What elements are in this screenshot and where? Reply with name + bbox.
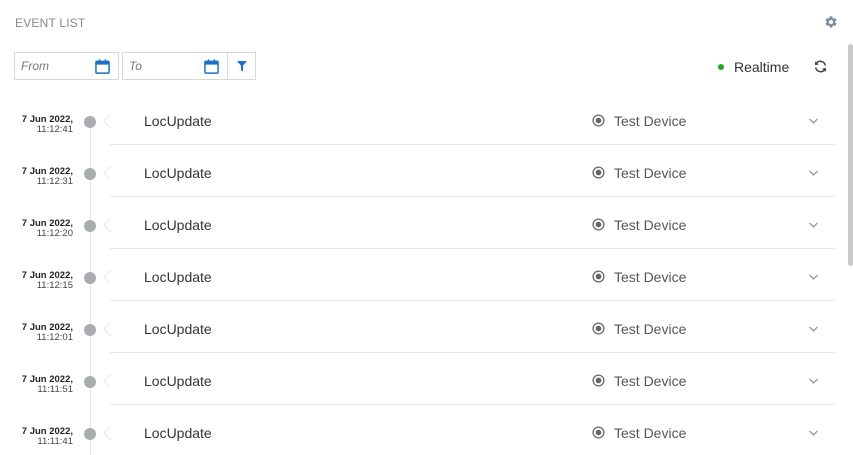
event-time: 11:11:41 bbox=[37, 436, 73, 447]
gear-icon[interactable] bbox=[824, 15, 838, 29]
event-pointer bbox=[102, 425, 118, 441]
chevron-down-icon[interactable] bbox=[808, 169, 819, 177]
chevron-down-icon[interactable] bbox=[808, 377, 819, 385]
filter-toolbar: Realtime bbox=[0, 52, 853, 80]
event-pointer bbox=[102, 321, 118, 337]
event-time: 11:12:15 bbox=[36, 280, 73, 291]
event-type: LocUpdate bbox=[144, 165, 212, 181]
timeline-dot bbox=[84, 428, 96, 440]
event-time: 11:12:01 bbox=[36, 332, 73, 343]
panel-title: EVENT LIST bbox=[15, 16, 86, 30]
event-device[interactable]: Test Device bbox=[614, 425, 686, 441]
scrollbar[interactable] bbox=[848, 44, 853, 266]
event-pointer bbox=[102, 217, 118, 233]
event-row[interactable]: 7 Jun 2022, 11:12:15 LocUpdate Test Devi… bbox=[0, 251, 853, 303]
timeline-dot bbox=[84, 168, 96, 180]
event-device[interactable]: Test Device bbox=[614, 113, 686, 129]
event-device[interactable]: Test Device bbox=[614, 373, 686, 389]
timeline-dot bbox=[84, 376, 96, 388]
event-row[interactable]: 7 Jun 2022, 11:11:51 LocUpdate Test Devi… bbox=[0, 355, 853, 407]
event-type: LocUpdate bbox=[144, 269, 212, 285]
event-time: 11:12:31 bbox=[36, 176, 73, 187]
to-date-input[interactable] bbox=[123, 53, 201, 79]
event-device[interactable]: Test Device bbox=[614, 321, 686, 337]
device-icon bbox=[592, 374, 605, 387]
panel-header: EVENT LIST bbox=[0, 0, 853, 44]
refresh-icon[interactable] bbox=[813, 59, 828, 74]
from-date-input[interactable] bbox=[15, 53, 93, 79]
event-pointer bbox=[102, 373, 118, 389]
event-row[interactable]: 7 Jun 2022, 11:12:01 LocUpdate Test Devi… bbox=[0, 303, 853, 355]
event-type: LocUpdate bbox=[144, 217, 212, 233]
calendar-icon[interactable] bbox=[95, 59, 110, 74]
event-time: 11:12:41 bbox=[36, 124, 73, 135]
event-row[interactable]: 7 Jun 2022, 11:12:20 LocUpdate Test Devi… bbox=[0, 199, 853, 251]
event-device[interactable]: Test Device bbox=[614, 165, 686, 181]
timeline-dot bbox=[84, 272, 96, 284]
row-divider bbox=[110, 352, 835, 353]
realtime-status-dot bbox=[718, 64, 724, 70]
row-divider bbox=[110, 248, 835, 249]
device-icon bbox=[592, 322, 605, 335]
event-row[interactable]: 7 Jun 2022, 11:11:41 LocUpdate Test Devi… bbox=[0, 407, 853, 455]
device-icon bbox=[592, 114, 605, 127]
row-divider bbox=[110, 196, 835, 197]
row-divider bbox=[110, 144, 835, 145]
device-icon bbox=[592, 218, 605, 231]
chevron-down-icon[interactable] bbox=[808, 325, 819, 333]
event-time: 11:12:20 bbox=[36, 228, 73, 239]
event-device[interactable]: Test Device bbox=[614, 217, 686, 233]
device-icon bbox=[592, 426, 605, 439]
device-icon bbox=[592, 166, 605, 179]
to-date-field bbox=[122, 52, 228, 80]
chevron-down-icon[interactable] bbox=[808, 429, 819, 437]
event-list-panel: EVENT LIST From To Realtime 7 Jun 2022, … bbox=[0, 0, 853, 455]
timeline-dot bbox=[84, 220, 96, 232]
event-pointer bbox=[102, 165, 118, 181]
chevron-down-icon[interactable] bbox=[808, 117, 819, 125]
event-device[interactable]: Test Device bbox=[614, 269, 686, 285]
event-row[interactable]: 7 Jun 2022, 11:12:41 LocUpdate Test Devi… bbox=[0, 95, 853, 147]
event-pointer bbox=[102, 269, 118, 285]
timeline-dot bbox=[84, 324, 96, 336]
chevron-down-icon[interactable] bbox=[808, 221, 819, 229]
row-divider bbox=[110, 300, 835, 301]
event-type: LocUpdate bbox=[144, 373, 212, 389]
event-time: 11:11:51 bbox=[37, 384, 73, 395]
event-pointer bbox=[102, 113, 118, 129]
device-icon bbox=[592, 270, 605, 283]
event-type: LocUpdate bbox=[144, 425, 212, 441]
filter-icon bbox=[237, 61, 247, 72]
event-type: LocUpdate bbox=[144, 113, 212, 129]
event-row[interactable]: 7 Jun 2022, 11:12:31 LocUpdate Test Devi… bbox=[0, 147, 853, 199]
row-divider bbox=[110, 404, 835, 405]
event-type: LocUpdate bbox=[144, 321, 212, 337]
filter-button[interactable] bbox=[227, 52, 256, 80]
realtime-label: Realtime bbox=[734, 59, 790, 75]
chevron-down-icon[interactable] bbox=[808, 273, 819, 281]
from-date-field bbox=[14, 52, 119, 80]
event-timeline: 7 Jun 2022, 11:12:41 LocUpdate Test Devi… bbox=[0, 95, 853, 455]
calendar-icon[interactable] bbox=[204, 59, 219, 74]
timeline-dot bbox=[84, 116, 96, 128]
